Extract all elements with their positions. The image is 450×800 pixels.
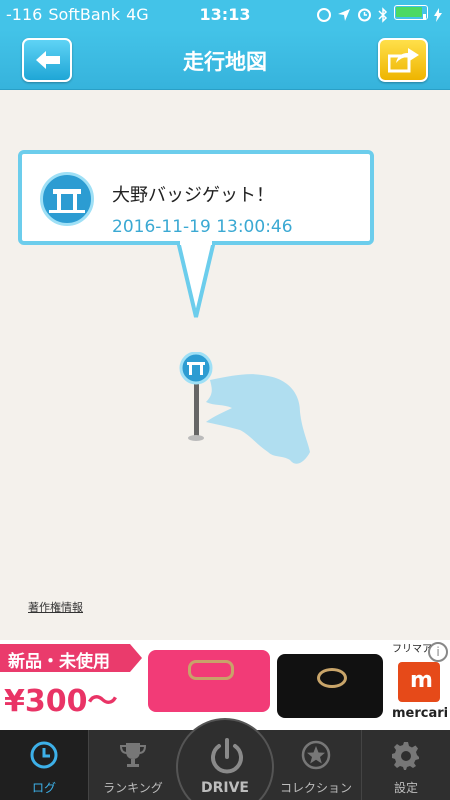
mercari-label: mercari	[392, 706, 449, 721]
gear-icon	[392, 742, 419, 770]
pink-wallet-image	[148, 650, 270, 712]
ad-info-icon[interactable]: i	[428, 642, 448, 662]
rotation-lock-icon	[317, 7, 331, 22]
ad-banner[interactable]: 新品・未使用 ¥300〜 フリマアプ mercari i	[0, 640, 450, 730]
tab-ranking[interactable]: ランキング	[89, 730, 177, 800]
badge-icon	[40, 172, 94, 226]
star-icon	[301, 740, 331, 770]
tab-bar: ログ ランキング コレクション 設定 DRIVE	[0, 718, 450, 800]
tab-settings[interactable]: 設定	[362, 730, 450, 800]
header: 走行地図	[0, 30, 450, 90]
badge-callout[interactable]: 大野バッジゲット！ 2016-11-19 13:00:46	[18, 150, 374, 245]
tab-collection[interactable]: コレクション	[272, 730, 360, 800]
share-icon	[388, 48, 419, 73]
tab-settings-label: 設定	[393, 781, 418, 795]
tab-ranking-label: ランキング	[103, 781, 163, 795]
charging-icon	[434, 7, 442, 22]
power-icon	[211, 738, 243, 774]
battery-icon	[394, 5, 428, 24]
map-view[interactable]: 大野バッジゲット！ 2016-11-19 13:00:46 著作権情報	[0, 90, 450, 640]
callout-title: 大野バッジゲット！	[112, 185, 274, 206]
share-button[interactable]	[378, 38, 428, 82]
alarm-icon	[358, 8, 371, 22]
badge-map-pin[interactable]	[178, 352, 218, 442]
callout-pointer	[176, 241, 216, 318]
tab-log[interactable]: ログ	[0, 730, 88, 800]
copyright-link[interactable]: 著作権情報	[28, 599, 83, 615]
ad-price: ¥300〜	[4, 684, 118, 719]
black-wallet-image	[277, 654, 383, 718]
callout-timestamp: 2016-11-19 13:00:46	[112, 217, 293, 237]
clock-icon	[30, 741, 58, 769]
bluetooth-icon	[378, 6, 388, 23]
location-icon	[338, 8, 350, 21]
trophy-icon	[119, 743, 147, 767]
ad-tag: 新品・未使用	[0, 644, 142, 672]
drive-label: DRIVE	[200, 780, 249, 796]
status-bar: -116 SoftBank 4G 13:13	[0, 0, 450, 30]
status-icons	[317, 5, 442, 24]
drive-button[interactable]: DRIVE	[176, 718, 274, 800]
tab-log-label: ログ	[31, 781, 56, 795]
tab-collection-label: コレクション	[279, 781, 352, 795]
mercari-logo-icon	[398, 662, 440, 702]
